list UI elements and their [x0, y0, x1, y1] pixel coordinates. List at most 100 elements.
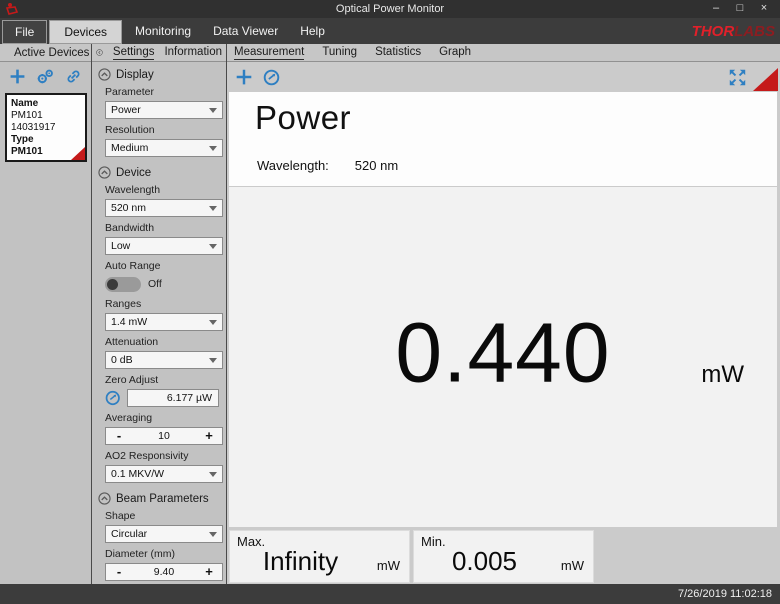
settings-body: Display Parameter Power Resolution Mediu…: [92, 62, 226, 584]
device-name-value: PM101 14031917: [11, 110, 81, 134]
chevron-down-icon: [209, 146, 217, 151]
collapse-section-icon: [98, 166, 111, 179]
collapse-section-icon: [98, 68, 111, 81]
measurement-header-panel: Power Wavelength: 520 nm: [229, 92, 777, 186]
tab-tuning[interactable]: Tuning: [322, 46, 357, 59]
auto-range-state: Off: [148, 278, 162, 290]
power-unit: mW: [701, 361, 744, 389]
averaging-value[interactable]: 10: [132, 430, 196, 442]
resolution-dropdown[interactable]: Medium: [105, 139, 223, 157]
collapse-settings-icon[interactable]: [96, 46, 103, 59]
power-value-panel: 0.440 mW: [229, 187, 777, 527]
wavelength-label: Wavelength: [105, 184, 219, 197]
max-unit: mW: [377, 558, 400, 573]
bandwidth-dropdown[interactable]: Low: [105, 237, 223, 255]
diameter-decrement-button[interactable]: -: [106, 564, 132, 580]
chevron-down-icon: [209, 244, 217, 249]
device-type-label: Type: [11, 134, 81, 146]
chevron-down-icon: [209, 358, 217, 363]
minimize-button[interactable]: –: [706, 1, 726, 17]
status-bar: 7/26/2019 11:02:18: [0, 584, 780, 604]
section-device[interactable]: Device: [98, 166, 219, 179]
settings-panel: Settings Information Display Parameter P…: [92, 44, 227, 584]
max-value: Infinity: [230, 546, 371, 577]
tab-statistics[interactable]: Statistics: [375, 46, 421, 59]
device-warning-triangle: [71, 147, 85, 160]
menu-monitoring[interactable]: Monitoring: [124, 20, 202, 44]
status-timestamp: 7/26/2019 11:02:18: [678, 588, 772, 600]
max-panel: Max. Infinity mW: [229, 530, 410, 583]
measurement-panel: Measurement Tuning Statistics Graph: [227, 44, 780, 584]
measurement-toolbar: [227, 62, 780, 92]
add-device-icon[interactable]: [9, 68, 26, 85]
section-beam-parameters[interactable]: Beam Parameters: [98, 492, 219, 505]
menu-file[interactable]: File: [2, 20, 47, 44]
title-bar: Optical Power Monitor – □ ×: [0, 0, 780, 18]
measurement-content: Power Wavelength: 520 nm 0.440 mW Max. In…: [227, 92, 780, 584]
app-window: Optical Power Monitor – □ × File Devices…: [0, 0, 780, 604]
tab-information[interactable]: Information: [164, 46, 222, 59]
zero-adjust-value[interactable]: 6.177 µW: [127, 389, 220, 407]
alert-triangle-icon[interactable]: [753, 68, 778, 91]
averaging-stepper: - 10 +: [105, 427, 223, 445]
device-name-label: Name: [11, 98, 81, 110]
connect-link-icon[interactable]: [65, 68, 82, 85]
menu-data-viewer[interactable]: Data Viewer: [202, 20, 289, 44]
active-devices-panel: Active Devices: [0, 44, 92, 584]
wavelength-readout-value: 520 nm: [355, 158, 398, 173]
window-title: Optical Power Monitor: [0, 3, 780, 15]
tab-settings[interactable]: Settings: [113, 46, 155, 60]
averaging-label: Averaging: [105, 412, 219, 425]
averaging-decrement-button[interactable]: -: [106, 428, 132, 444]
tab-graph[interactable]: Graph: [439, 46, 471, 59]
min-value: 0.005: [414, 546, 555, 577]
zero-adjust-label: Zero Adjust: [105, 374, 219, 387]
attenuation-label: Attenuation: [105, 336, 219, 349]
auto-range-toggle[interactable]: [105, 277, 141, 292]
active-devices-header: Active Devices: [14, 47, 89, 59]
zero-adjust-icon[interactable]: [105, 390, 121, 406]
tab-measurement[interactable]: Measurement: [234, 46, 304, 60]
diameter-increment-button[interactable]: +: [196, 564, 222, 580]
attenuation-dropdown[interactable]: 0 dB: [105, 351, 223, 369]
diameter-label: Diameter (mm): [105, 548, 219, 561]
section-display[interactable]: Display: [98, 68, 219, 81]
chevron-down-icon: [209, 206, 217, 211]
shape-label: Shape: [105, 510, 219, 523]
parameter-label: Parameter: [105, 86, 219, 99]
measurement-title: Power: [255, 99, 351, 137]
resolution-label: Resolution: [105, 124, 219, 137]
toggle-knob: [107, 279, 118, 290]
min-unit: mW: [561, 558, 584, 573]
thorlabs-logo: THORLABS: [692, 20, 780, 44]
ao2-responsivity-label: AO2 Responsivity: [105, 450, 219, 463]
device-card[interactable]: Name PM101 14031917 Type PM101: [5, 93, 87, 162]
menu-bar: File Devices Monitoring Data Viewer Help…: [0, 18, 780, 44]
diameter-stepper: - 9.40 +: [105, 563, 223, 581]
chevron-down-icon: [209, 472, 217, 477]
ao2-responsivity-dropdown[interactable]: 0.1 MKV/W: [105, 465, 223, 483]
menu-help[interactable]: Help: [289, 20, 336, 44]
bandwidth-label: Bandwidth: [105, 222, 219, 235]
chevron-down-icon: [209, 320, 217, 325]
chevron-down-icon: [209, 532, 217, 537]
app-logo-icon: [4, 2, 20, 16]
diameter-value[interactable]: 9.40: [132, 566, 196, 578]
averaging-increment-button[interactable]: +: [196, 428, 222, 444]
auto-range-label: Auto Range: [105, 260, 219, 273]
close-button[interactable]: ×: [754, 1, 774, 17]
menu-devices[interactable]: Devices: [49, 20, 122, 44]
power-value: 0.440: [229, 305, 777, 402]
maximize-button[interactable]: □: [730, 1, 750, 17]
wavelength-dropdown[interactable]: 520 nm: [105, 199, 223, 217]
min-panel: Min. 0.005 mW: [413, 530, 594, 583]
fullscreen-expand-icon[interactable]: [728, 68, 747, 87]
ranges-label: Ranges: [105, 298, 219, 311]
parameter-dropdown[interactable]: Power: [105, 101, 223, 119]
device-settings-gears-icon[interactable]: [36, 68, 55, 85]
zero-adjust-icon[interactable]: [263, 69, 280, 86]
add-panel-icon[interactable]: [235, 68, 253, 86]
ranges-dropdown[interactable]: 1.4 mW: [105, 313, 223, 331]
shape-dropdown[interactable]: Circular: [105, 525, 223, 543]
wavelength-readout-label: Wavelength:: [257, 158, 329, 173]
